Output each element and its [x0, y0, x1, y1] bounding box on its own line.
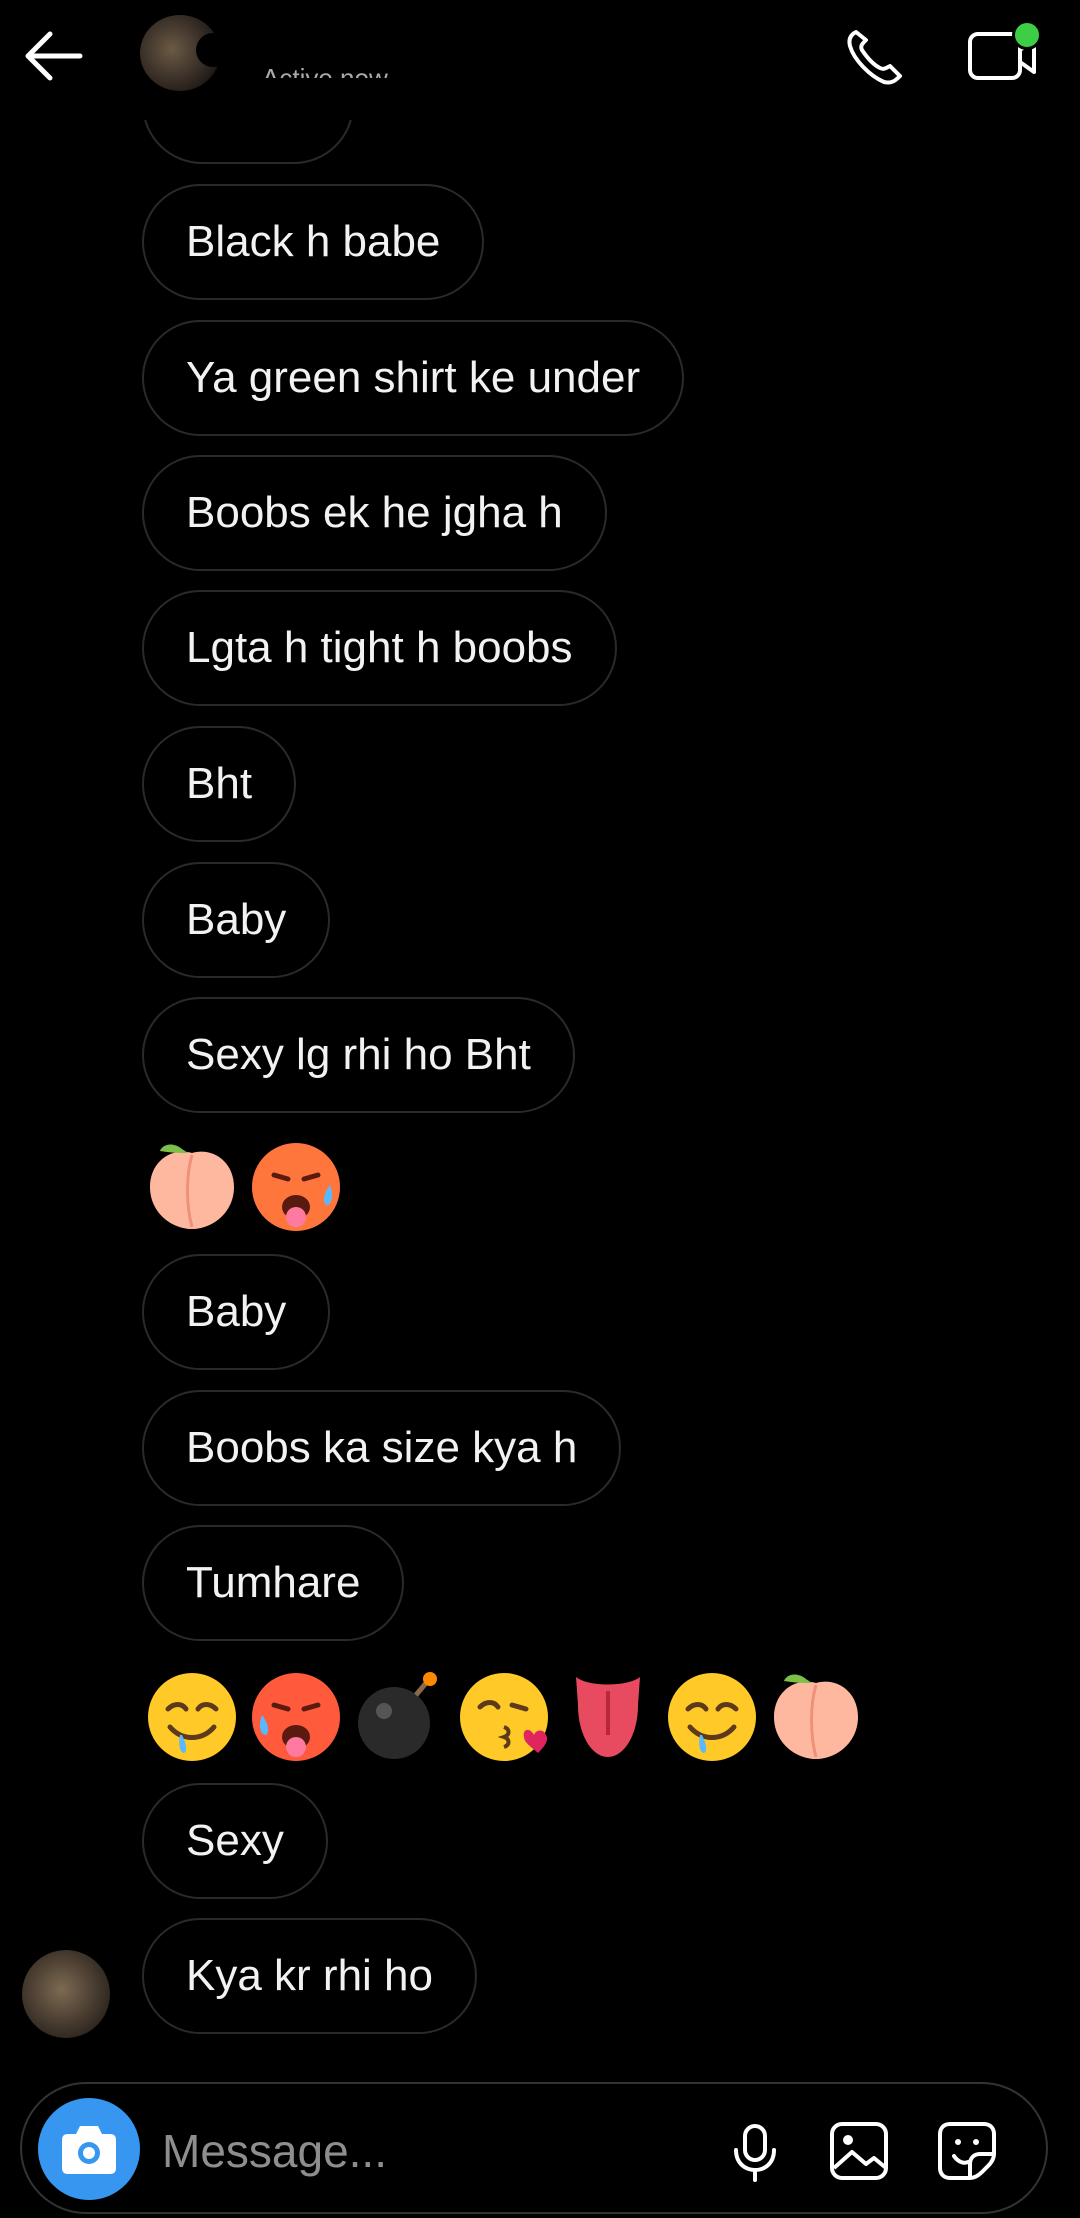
arrow-left-icon[interactable]	[22, 30, 84, 82]
message-text: Sexy lg rhi ho Bht	[186, 1030, 531, 1079]
peach-icon	[774, 1674, 858, 1759]
hot-face-icon	[252, 1673, 340, 1761]
emoji-message[interactable]	[142, 1130, 350, 1240]
message-text: Boobs ka size kya h	[186, 1423, 578, 1472]
message-text: Black h babe	[186, 217, 441, 266]
message-text: Boobs ek he jgha h	[186, 488, 563, 537]
microphone-icon[interactable]	[728, 2122, 782, 2182]
hot-face-icon	[252, 1143, 340, 1231]
message-bubble[interactable]: Boobs ek he jgha h	[142, 455, 607, 571]
message-composer: Message...	[20, 2082, 1048, 2214]
message-text: Tumhare	[186, 1558, 361, 1607]
message-text: Baby	[186, 1287, 287, 1336]
chat-header: Active now	[0, 0, 1080, 120]
message-bubble[interactable]: Kya kr rhi ho	[142, 1918, 477, 2034]
camera-icon	[62, 2126, 116, 2174]
camera-button[interactable]	[38, 2098, 140, 2200]
message-text: Lgta h tight h boobs	[186, 623, 573, 672]
message-bubble[interactable]: Boobs ka size kya h	[142, 1390, 622, 1506]
drooling-face-icon	[668, 1673, 756, 1761]
message-bubble[interactable]: Bht	[142, 726, 297, 842]
bomb-icon	[358, 1672, 437, 1759]
tongue-icon	[576, 1677, 640, 1757]
active-status: Active now	[262, 63, 388, 78]
message-bubble[interactable]: Lgta h tight h boobs	[142, 590, 617, 706]
message-input[interactable]: Message...	[162, 2124, 387, 2178]
message-bubble[interactable]: Baby	[142, 862, 331, 978]
kissing-heart-face-icon	[460, 1673, 548, 1761]
message-bubble[interactable]: Baby	[142, 1254, 331, 1370]
message-bubble[interactable]: Sexy lg rhi ho Bht	[142, 997, 575, 1113]
online-indicator	[1012, 20, 1042, 50]
message-bubble[interactable]: Tumhare	[142, 1525, 405, 1641]
phone-icon[interactable]	[842, 26, 908, 88]
image-icon[interactable]	[828, 2120, 890, 2182]
message-bubble[interactable]: Black h babe	[142, 184, 485, 300]
message-text: Bht	[186, 759, 253, 808]
peach-icon	[150, 1144, 234, 1229]
message-text: Kya kr rhi ho	[186, 1951, 433, 2000]
emoji-message[interactable]	[142, 1660, 870, 1770]
drooling-face-icon	[148, 1673, 236, 1761]
message-bubble[interactable]: Ya green shirt ke under	[142, 320, 685, 436]
message-text: Sexy	[186, 1816, 284, 1865]
avatar[interactable]	[22, 1950, 110, 2038]
message-bubble[interactable]: Sexy	[142, 1783, 328, 1899]
sticker-icon[interactable]	[936, 2120, 998, 2182]
message-text: Ya green shirt ke under	[186, 353, 641, 402]
avatar[interactable]	[140, 15, 220, 91]
message-text: Baby	[186, 895, 287, 944]
